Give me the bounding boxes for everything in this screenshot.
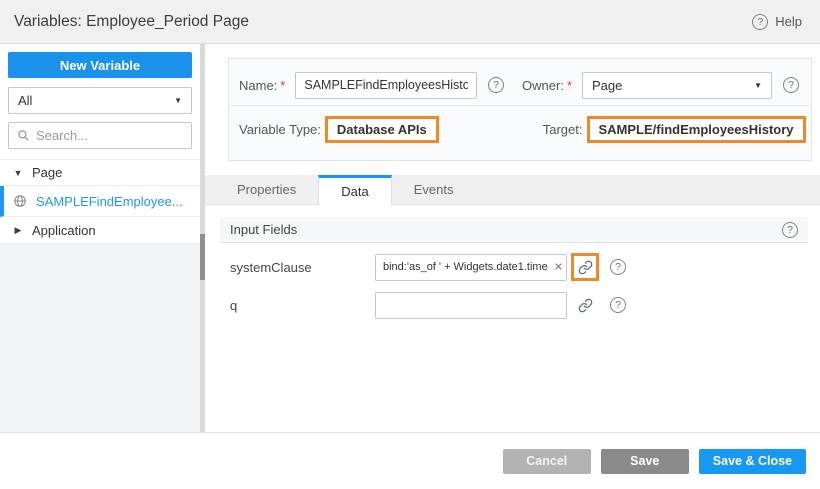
tree-node-page-label: Page (32, 165, 62, 180)
variable-type-value: Database APIs (325, 116, 439, 143)
variables-dialog: Variables: Employee_Period Page ? Help N… (0, 0, 820, 489)
name-help-icon[interactable]: ? (488, 77, 504, 93)
clear-binding-icon[interactable]: ✕ (554, 261, 563, 274)
q-input[interactable] (375, 292, 567, 319)
dialog-footer: Cancel Save Save & Close (0, 432, 820, 489)
tree-node-page[interactable]: ▼ Page (0, 159, 200, 186)
new-variable-button[interactable]: New Variable (8, 52, 192, 78)
search-icon (17, 129, 30, 142)
q-bind-button[interactable] (571, 291, 599, 319)
name-label: Name: (239, 78, 277, 93)
sidebar-scrollbar-thumb[interactable] (200, 234, 205, 280)
owner-label: Owner: (522, 78, 564, 93)
search-input[interactable] (36, 128, 183, 143)
tree-node-application-label: Application (32, 223, 96, 238)
variable-filter-select[interactable]: All ▼ (8, 87, 192, 114)
tree-node-selected-variable[interactable]: SAMPLEFindEmployee... (0, 186, 200, 217)
input-fields-help-icon[interactable]: ? (782, 222, 798, 238)
help-button[interactable]: ? Help (752, 14, 802, 30)
owner-help-icon[interactable]: ? (783, 77, 799, 93)
input-field-row-q: q ? (220, 291, 808, 319)
link-icon (578, 260, 593, 275)
save-button[interactable]: Save (601, 449, 689, 474)
sidebar-content: New Variable All ▼ ▼ Page (0, 44, 205, 432)
page-title: Variables: Employee_Period Page (14, 13, 249, 31)
systemclause-bind-button[interactable] (571, 253, 599, 281)
input-fields-title: Input Fields (230, 222, 297, 237)
owner-select[interactable]: Page ▼ (582, 72, 772, 99)
tree-node-application[interactable]: ▶ Application (0, 217, 200, 244)
systemclause-help-icon[interactable]: ? (610, 259, 626, 275)
cancel-button[interactable]: Cancel (503, 449, 591, 474)
tree-collapsed-icon[interactable]: ▶ (13, 225, 23, 236)
detail-tabbar: Properties Data Events (205, 175, 820, 205)
input-fields-header: Input Fields ? (220, 217, 808, 243)
tab-properties[interactable]: Properties (215, 175, 318, 204)
link-icon (578, 298, 593, 313)
systemclause-input[interactable] (375, 254, 567, 281)
owner-required-marker: * (567, 78, 572, 93)
input-field-row-systemclause: systemClause ✕ ? (220, 253, 808, 281)
variable-type-label: Variable Type: (239, 122, 321, 137)
data-tab-content: Input Fields ? systemClause ✕ ? q (205, 205, 820, 432)
tree-expanded-icon[interactable]: ▼ (13, 168, 23, 178)
target-value: SAMPLE/findEmployeesHistory (587, 116, 806, 143)
chevron-down-icon: ▼ (754, 81, 762, 90)
q-input-wrap (375, 292, 567, 319)
variables-tree: ▼ Page SAMPLEFindEmployee... ▶ Applicati… (0, 159, 200, 244)
systemclause-input-wrap: ✕ (375, 254, 567, 281)
q-help-icon[interactable]: ? (610, 297, 626, 313)
systemclause-label: systemClause (230, 260, 375, 275)
service-variable-icon (13, 194, 27, 208)
selected-variable-label: SAMPLEFindEmployee... (36, 194, 183, 209)
dialog-body: New Variable All ▼ ▼ Page (0, 44, 820, 432)
sidebar-empty-area (0, 244, 200, 432)
variables-sidebar: New Variable All ▼ ▼ Page (0, 44, 205, 432)
name-owner-row: Name: * ? Owner: * Page ▼ ? (229, 59, 811, 105)
variable-name-input[interactable] (295, 72, 477, 99)
variable-detail-pane: Name: * ? Owner: * Page ▼ ? (205, 44, 820, 432)
tab-data[interactable]: Data (318, 175, 391, 205)
target-label: Target: (543, 122, 583, 137)
type-target-row: Variable Type: Database APIs Target: SAM… (229, 106, 811, 152)
variable-search-box (8, 122, 192, 149)
help-label: Help (775, 14, 802, 29)
q-label: q (230, 298, 375, 313)
name-required-marker: * (280, 78, 285, 93)
tab-events[interactable]: Events (392, 175, 476, 204)
variable-filter-value: All (18, 93, 32, 108)
variable-summary-panel: Name: * ? Owner: * Page ▼ ? (228, 58, 812, 161)
owner-group: Owner: * Page ▼ ? (522, 72, 799, 99)
save-and-close-button[interactable]: Save & Close (699, 449, 806, 474)
chevron-down-icon: ▼ (174, 96, 182, 105)
dialog-header: Variables: Employee_Period Page ? Help (0, 0, 820, 44)
help-icon: ? (752, 14, 768, 30)
owner-select-value: Page (592, 78, 622, 93)
